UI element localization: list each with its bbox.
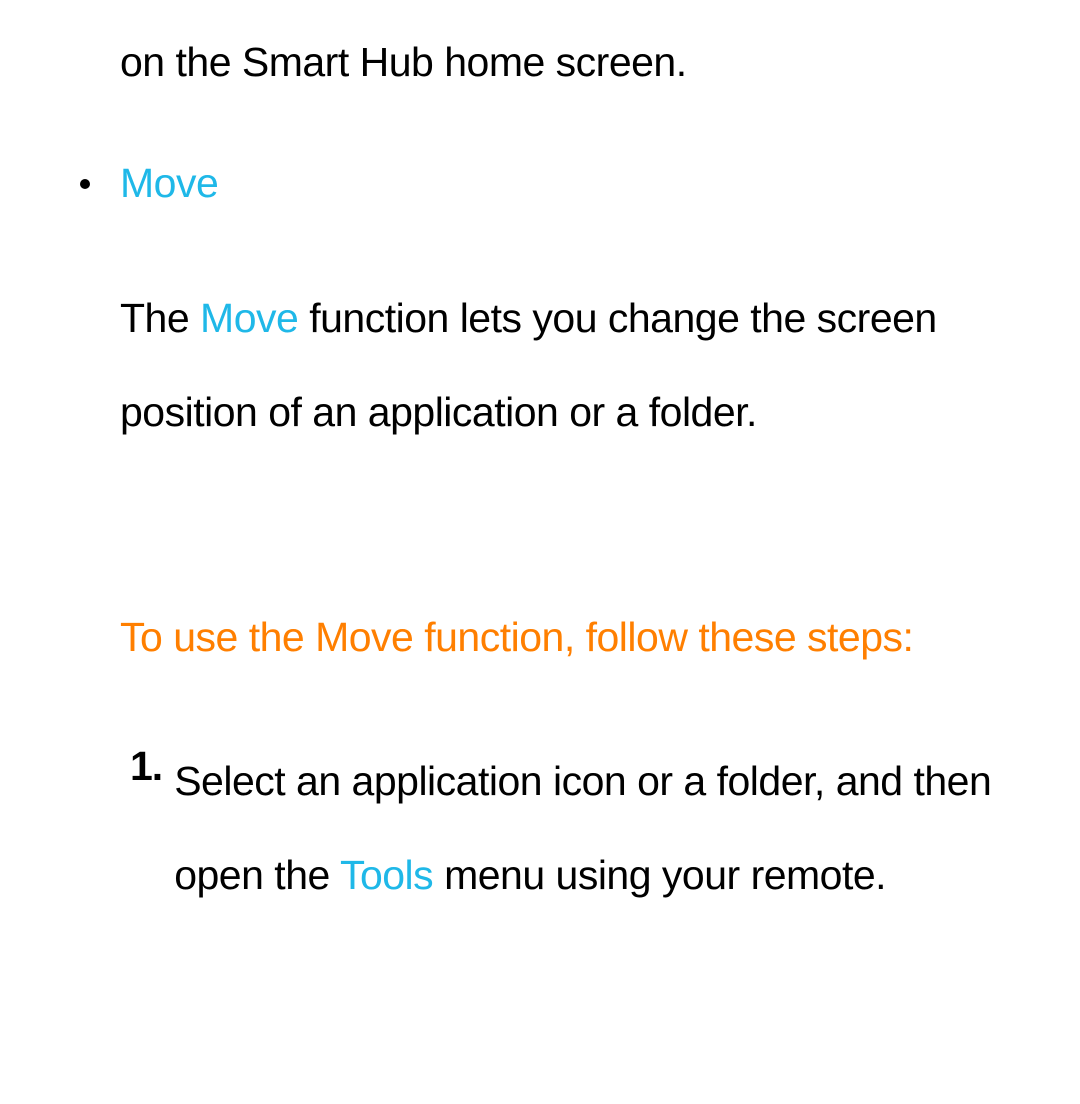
step-text: Select an application icon or a folder, … [174, 734, 1040, 923]
fragment-top-text: on the Smart Hub home screen. [120, 30, 1040, 96]
step-part2: menu using your remote. [433, 852, 886, 898]
step-1: 1. Select an application icon or a folde… [120, 734, 1040, 923]
step-number: 1. [130, 734, 162, 800]
bullet-icon [80, 179, 90, 189]
bullet-item: Move [120, 151, 1040, 217]
desc-highlight: Move [200, 295, 298, 341]
move-description: The Move function lets you change the sc… [120, 271, 1040, 460]
bullet-label: Move [120, 151, 218, 217]
desc-part1: The [120, 295, 200, 341]
step-highlight: Tools [340, 852, 433, 898]
steps-heading: To use the Move function, follow these s… [120, 590, 1040, 684]
